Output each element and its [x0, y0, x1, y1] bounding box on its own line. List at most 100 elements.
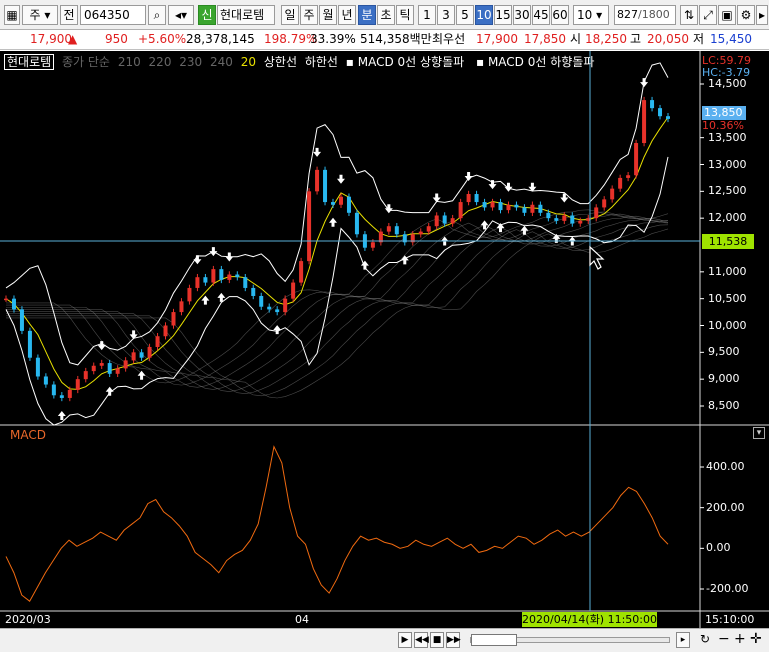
zoom-reset-icon[interactable]: ↻	[700, 632, 710, 646]
candle-body	[51, 384, 56, 396]
down-arrow-signal-icon	[640, 78, 649, 88]
zoom-out-icon[interactable]: −	[718, 631, 730, 647]
scroll-thumb[interactable]	[471, 634, 517, 646]
interval-input[interactable]: 10 ▾	[573, 5, 609, 25]
price-tick-label: 13,000	[708, 157, 747, 171]
prev-button[interactable]: 전	[60, 5, 78, 25]
zoom-in-icon[interactable]: +	[734, 631, 746, 647]
legend-stock-name[interactable]: 현대로템	[4, 54, 55, 70]
up-arrow-signal-icon	[329, 217, 338, 227]
interval-3[interactable]: 3	[437, 5, 455, 25]
interval-30[interactable]: 30	[513, 5, 531, 25]
candle-body	[147, 346, 152, 358]
candle-body	[522, 207, 527, 213]
crosshair-price-box: 11,538	[702, 234, 754, 249]
menu-icon[interactable]: ▸	[756, 5, 768, 25]
trade-amount: 514,358백만	[360, 32, 432, 46]
chart-area[interactable]: 현대로템 종가 단순 210 220 230 240 20 상한선 하한선 ▪ …	[0, 51, 769, 628]
chart-type-icon[interactable]: ⇅	[680, 5, 698, 25]
legend-lower: 하한선	[304, 55, 338, 69]
last-pct-label: 10.36%	[702, 119, 744, 132]
candle-body	[4, 298, 8, 301]
candle-body	[514, 204, 519, 208]
scroll-right-icon[interactable]: ▸	[676, 632, 690, 648]
interval-1[interactable]: 1	[418, 5, 436, 25]
time-clock: 15:10:00	[705, 613, 755, 626]
candle-body	[426, 226, 431, 232]
fast-forward-icon[interactable]: ▶▶	[446, 632, 461, 648]
legend-ma-240: 240	[210, 55, 233, 69]
crosshair-toggle-icon[interactable]: ✛	[750, 631, 762, 647]
up-arrow-signal-icon	[57, 410, 66, 420]
best-bid: 17,850	[524, 32, 566, 46]
candle-body	[155, 336, 160, 347]
ma-line	[6, 209, 669, 384]
price-tick-label: 12,500	[708, 184, 747, 198]
candle-body	[394, 226, 399, 235]
save-icon[interactable]: ▣	[718, 5, 736, 25]
candle-body	[211, 269, 216, 283]
candle-body	[354, 212, 359, 235]
candle-body	[546, 212, 551, 219]
period-month[interactable]: 월	[319, 5, 337, 25]
count-input[interactable]: 827/1800	[614, 5, 676, 25]
gear-icon[interactable]: ⚙	[737, 5, 755, 25]
candle-body	[235, 274, 240, 278]
candle-body	[498, 202, 503, 211]
interval-60[interactable]: 60	[551, 5, 569, 25]
up-arrow-signal-icon	[201, 295, 210, 305]
up-arrow-signal-icon	[400, 255, 409, 265]
candle-body	[171, 312, 176, 326]
speaker-icon[interactable]: ◂▾	[168, 5, 194, 25]
interval-5[interactable]: 5	[456, 5, 474, 25]
price-tick-label: 10,500	[708, 291, 747, 305]
play-icon[interactable]: ▶	[398, 632, 412, 648]
period-second[interactable]: 초	[377, 5, 395, 25]
candle-body	[243, 277, 248, 288]
candle-body	[562, 215, 567, 221]
turnover: 33.39%	[310, 32, 356, 46]
change-percent: +5.60%	[138, 32, 187, 46]
interval-45[interactable]: 45	[532, 5, 550, 25]
stock-code-input[interactable]: 064350	[80, 5, 146, 25]
period-day[interactable]: 일	[281, 5, 299, 25]
up-arrow-signal-icon	[273, 325, 282, 335]
candle-body	[642, 100, 647, 144]
candle-body	[315, 169, 320, 192]
panel-minimize-icon[interactable]: ▾	[753, 427, 765, 439]
period-week[interactable]: 주	[300, 5, 318, 25]
candle-body	[59, 395, 64, 398]
rewind-icon[interactable]: ◀◀	[414, 632, 429, 648]
candle-body	[19, 309, 24, 331]
candle-body	[267, 306, 272, 310]
candle-body	[27, 330, 32, 358]
scroll-track[interactable]	[470, 634, 670, 646]
search-icon[interactable]: ⌕	[148, 5, 166, 25]
last-price-box: 13,850	[702, 106, 746, 120]
candle-body	[99, 363, 104, 366]
candle-body	[299, 261, 304, 283]
period-year[interactable]: 년	[338, 5, 356, 25]
interval-15[interactable]: 15	[494, 5, 512, 25]
grid-icon[interactable]: ▦	[4, 5, 20, 25]
period-minute[interactable]: 분	[358, 5, 376, 25]
interval-10[interactable]: 10	[475, 5, 493, 25]
macd-tick-label: 400.00	[706, 460, 745, 473]
macd-tick-label: -200.00	[706, 582, 749, 595]
candle-body	[107, 363, 112, 374]
candle-body	[666, 116, 670, 119]
period-tick[interactable]: 틱	[396, 5, 414, 25]
candle-body	[506, 204, 511, 211]
candle-body	[75, 379, 80, 390]
best-label: 최우선	[432, 32, 466, 46]
time-start: 2020/03	[5, 613, 51, 626]
up-arrow-icon: ▲	[68, 32, 78, 46]
chart-svg[interactable]	[0, 51, 769, 628]
candle-body	[554, 218, 559, 221]
price-tick-label: 9,000	[708, 372, 740, 386]
change-value: 950	[105, 32, 128, 46]
expand-icon[interactable]: ⤢	[699, 5, 717, 25]
mode-select[interactable]: 주 ▾	[22, 5, 58, 25]
stop-icon[interactable]: ■	[430, 632, 444, 648]
down-arrow-signal-icon	[432, 193, 441, 203]
